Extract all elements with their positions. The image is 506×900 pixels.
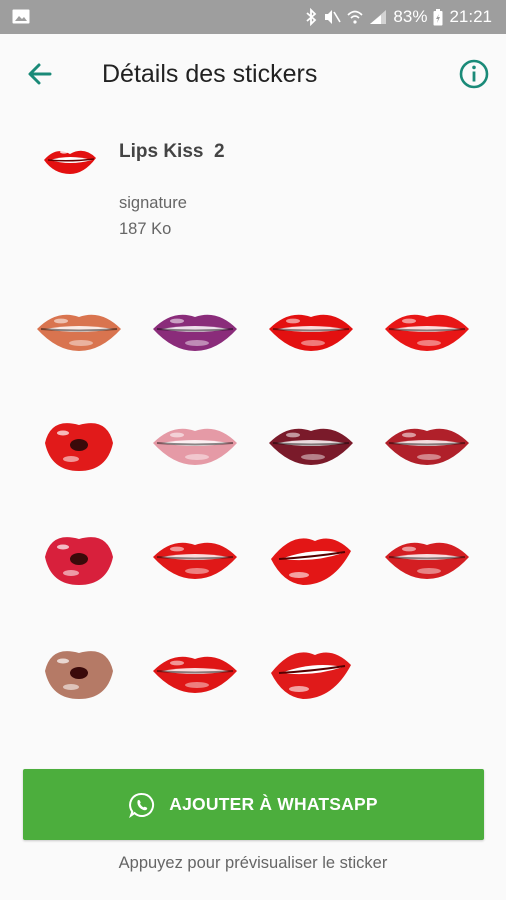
sticker-grid <box>21 272 485 728</box>
lips-icon <box>153 656 237 693</box>
sticker-red-lips[interactable] <box>369 500 485 614</box>
lips-icon <box>271 652 351 699</box>
add-to-whatsapp-button[interactable]: AJOUTER À WHATSAPP <box>23 769 484 840</box>
sticker-plum-lips[interactable] <box>253 386 369 500</box>
page-title: Détails des stickers <box>102 60 318 88</box>
lips-icon <box>269 314 353 351</box>
sticker-red-lips[interactable] <box>253 272 369 386</box>
sticker-red-pout[interactable] <box>21 500 137 614</box>
pack-tray-icon <box>44 150 96 174</box>
mute-icon <box>325 10 342 24</box>
lips-icon <box>45 423 113 471</box>
sticker-pack-info: Lips Kiss 2 signature 187 Ko <box>0 130 506 250</box>
clock: 21:21 <box>449 7 492 26</box>
sticker-red-lips[interactable] <box>137 614 253 728</box>
lips-icon <box>37 314 121 351</box>
lips-icon <box>153 428 237 465</box>
info-icon[interactable] <box>458 58 490 90</box>
sticker-red-bite[interactable] <box>253 614 369 728</box>
signal-icon <box>370 10 387 24</box>
sticker-red-lips[interactable] <box>137 500 253 614</box>
bluetooth-icon <box>306 8 317 26</box>
app-bar: Détails des stickers <box>0 34 506 114</box>
gallery-notification-icon <box>12 9 30 24</box>
back-arrow-icon[interactable] <box>22 56 58 92</box>
lips-icon <box>385 314 469 351</box>
add-button-label: AJOUTER À WHATSAPP <box>169 794 378 814</box>
pack-publisher: signature <box>119 194 187 212</box>
sticker-nude-lips[interactable] <box>21 272 137 386</box>
battery-percent: 83% <box>393 7 428 26</box>
sticker-pink-lips[interactable] <box>137 386 253 500</box>
sticker-red-bite[interactable] <box>253 500 369 614</box>
lips-icon <box>153 542 237 579</box>
sticker-brown-pout[interactable] <box>21 614 137 728</box>
lips-icon <box>385 542 469 579</box>
lips-icon <box>45 651 113 699</box>
lips-icon <box>385 428 469 465</box>
pack-name: Lips Kiss 2 <box>119 141 225 162</box>
sticker-red-lips[interactable] <box>369 272 485 386</box>
sticker-red-kiss[interactable] <box>21 386 137 500</box>
pack-size: 187 Ko <box>119 220 172 238</box>
lips-icon <box>45 537 113 585</box>
battery-icon <box>433 8 443 25</box>
lips-icon <box>271 538 351 585</box>
lips-icon <box>269 428 353 465</box>
sticker-purple-lips[interactable] <box>137 272 253 386</box>
wifi-icon <box>347 10 363 24</box>
status-bar: 83% 21:21 <box>0 0 506 34</box>
whatsapp-icon <box>129 792 155 818</box>
lips-icon <box>153 314 237 351</box>
preview-hint: Appuyez pour prévisualiser le sticker <box>118 854 388 872</box>
sticker-crimson-lips[interactable] <box>369 386 485 500</box>
